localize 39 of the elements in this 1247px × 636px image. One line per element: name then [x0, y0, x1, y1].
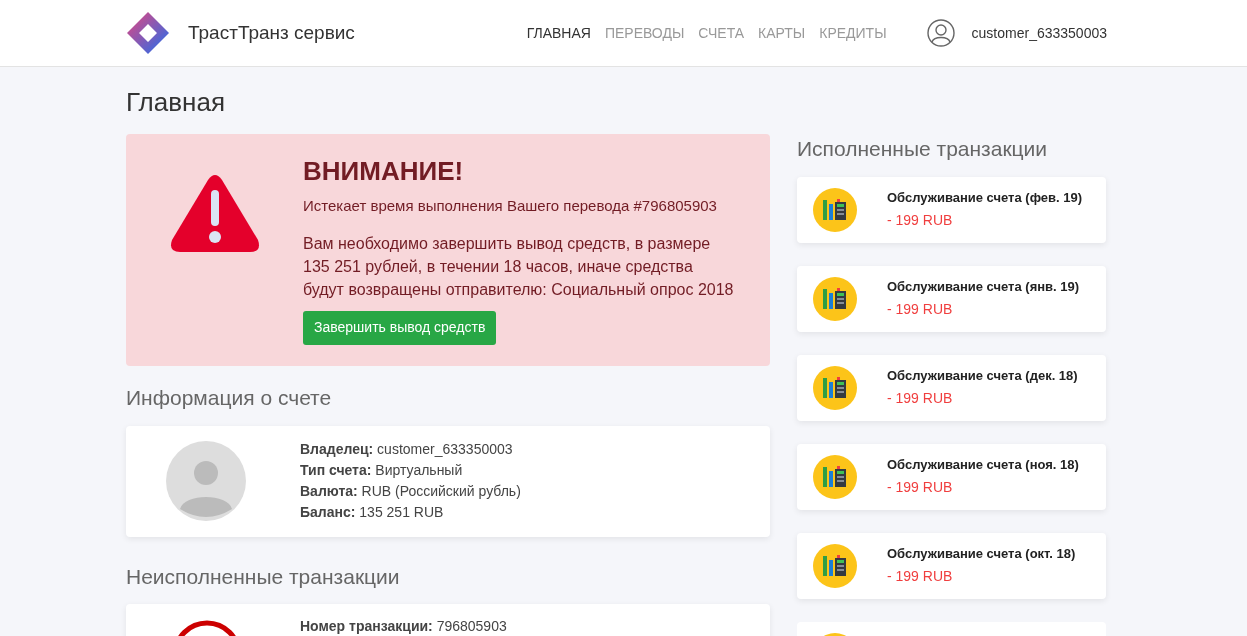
username[interactable]: customer_633350003 [971, 22, 1107, 44]
nav-link[interactable]: СЧЕТА [698, 22, 745, 44]
nav-link[interactable]: ГЛАВНАЯ [526, 22, 591, 44]
transaction-name: Обслуживание счета (ноя. 18) [887, 455, 1079, 474]
account-detail: Баланс: 135 251 RUB [300, 503, 445, 522]
alert-subtitle: Истекает время выполнения Вашего перевода #796805903 [303, 196, 718, 216]
ledger-chart-icon [813, 365, 857, 410]
warning-triangle-icon [169, 174, 260, 254]
avatar-silhouette-icon [166, 441, 246, 521]
transaction-name: Обслуживание счета (янв. 19) [887, 277, 1080, 296]
section-title: Информация о счете [126, 385, 333, 411]
transaction-amount: - 199 RUB [887, 478, 954, 498]
nav-link[interactable]: ПЕРЕВОДЫ [604, 22, 685, 44]
nav-link[interactable]: КАРТЫ [758, 22, 806, 44]
page-title: Главная [126, 86, 226, 119]
transaction-detail: Номер транзакции: 796805903 [300, 617, 507, 636]
account-detail: Владелец: customer_633350003 [300, 440, 514, 459]
nav-link[interactable]: КРЕДИТЫ [819, 22, 887, 44]
user-avatar-icon[interactable] [926, 19, 955, 47]
transaction-amount: - 199 RUB [887, 389, 954, 409]
complete-withdrawal-button[interactable]: Завершить вывод средств [303, 310, 497, 345]
transaction-amount: - 199 RUB [887, 567, 954, 587]
transaction-amount: - 199 RUB [887, 300, 954, 320]
ledger-chart-icon [813, 187, 857, 232]
ledger-chart-icon [813, 276, 857, 321]
alert-title: ВНИМАНИЕ! [303, 155, 465, 188]
account-detail: Тип счета: Виртуальный [300, 461, 464, 480]
alert-message: Вам необходимо завершить вывод средств, в размере 135 251 рублей, в течении 18 часов, иначе средства будут возвращены отправителю: Социальный опрос 2018 [303, 233, 735, 300]
ledger-chart-icon [813, 543, 857, 588]
section-title: Неисполненные транзакции [126, 563, 401, 590]
transaction-amount: - 199 RUB [887, 211, 954, 231]
transaction-name: Обслуживание счета (дек. 18) [887, 366, 1078, 385]
transaction-name: Обслуживание счета (окт. 18) [887, 544, 1076, 563]
transaction-name: Обслуживание счета (фев. 19) [887, 188, 1083, 207]
brand-name: ТрастТранз сервис [188, 20, 355, 45]
diamond-logo-icon [126, 11, 170, 55]
ledger-chart-icon [813, 454, 857, 499]
section-title: Исполненные транзакции [797, 136, 1049, 162]
account-detail: Валюта: RUB (Российский рубль) [300, 482, 521, 501]
